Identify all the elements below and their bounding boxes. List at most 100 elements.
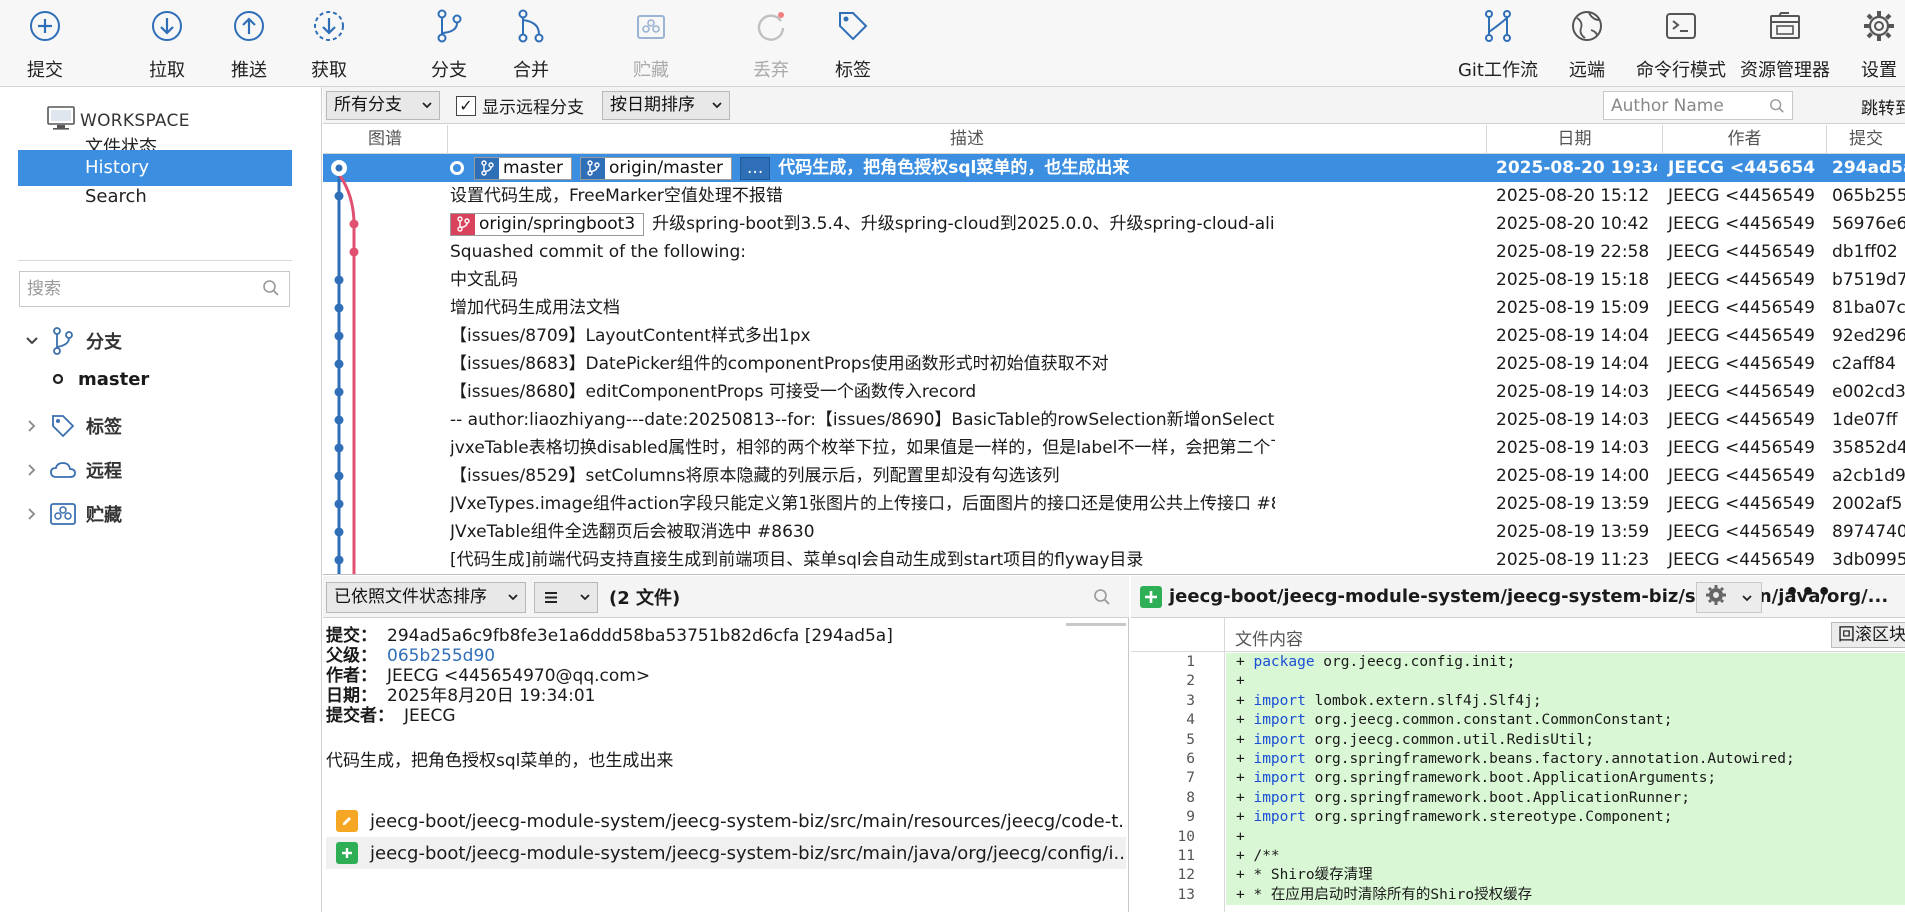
discard-button[interactable]: 丢弃: [726, 8, 816, 81]
tag-button[interactable]: 标签: [808, 8, 898, 81]
commit-row[interactable]: origin/springboot3 升级spring-boot到3.5.4、升级…: [323, 210, 1905, 238]
push-button[interactable]: 推送: [204, 8, 294, 81]
search-icon[interactable]: [262, 279, 280, 302]
graph-node[interactable]: [334, 443, 344, 453]
diff-panel: jeecg-boot/jeecg-module-system/jeecg-sys…: [1131, 576, 1905, 912]
code-text: org.springframework.boot.ApplicationRunn…: [1305, 789, 1690, 806]
more-options-icon[interactable]: •••: [1785, 580, 1833, 605]
tree-tags[interactable]: 标签: [0, 408, 122, 444]
commit-row[interactable]: Squashed commit of the following: 2025-0…: [323, 238, 1905, 266]
graph-node[interactable]: [334, 415, 344, 425]
commit-row[interactable]: jvxeTable表格切换disabled属性时，相邻的两个枚举下拉，如果值是一…: [323, 434, 1905, 462]
stash-button[interactable]: 贮藏: [606, 8, 696, 81]
commit-row[interactable]: 【issues/8680】editComponentProps 可接受一个函数传…: [323, 378, 1905, 406]
column-header-commit[interactable]: 提交: [1827, 125, 1905, 154]
commit-row[interactable]: 【issues/8529】setColumns将原本隐藏的列展示后，列配置里却没…: [323, 462, 1905, 490]
added-line-content: + import org.jeecg.common.constant.Commo…: [1226, 711, 1905, 731]
line-number: 3: [1186, 692, 1195, 709]
commit-row[interactable]: 【issues/8709】LayoutContent样式多出1px 2025-0…: [323, 322, 1905, 350]
column-header-description[interactable]: 描述: [448, 125, 1487, 154]
revert-hunk-button[interactable]: 回滚区块: [1831, 622, 1905, 648]
branch-button[interactable]: 分支: [404, 8, 494, 81]
graph-node[interactable]: [334, 499, 344, 509]
chevron-right-icon[interactable]: [20, 419, 44, 433]
tree-stashes[interactable]: 贮藏: [0, 496, 122, 532]
file-sort-dropdown[interactable]: 已依照文件状态排序: [326, 582, 526, 613]
sort-dropdown[interactable]: 按日期排序: [602, 91, 730, 120]
view-mode-dropdown[interactable]: [534, 582, 598, 613]
commit-row[interactable]: JVxeTypes.image组件action字段只能定义第1张图片的上传接口，…: [323, 490, 1905, 518]
commit-row[interactable]: master origin/master... 代码生成，把角色授权sql菜单的，也…: [323, 154, 1905, 182]
detail-value: JEECG <445654970@qq.com>: [387, 666, 651, 686]
line-number: 8: [1186, 789, 1195, 806]
jump-to-label[interactable]: 跳转到: [1861, 94, 1905, 119]
sidebar-item-search[interactable]: Search: [18, 179, 292, 215]
commit-row[interactable]: 设置代码生成，FreeMarker空值处理不报错 2025-08-20 15:1…: [323, 182, 1905, 210]
code-keyword: import: [1253, 809, 1306, 826]
line-number: 11: [1177, 848, 1195, 864]
graph-node[interactable]: [334, 387, 344, 397]
detail-value[interactable]: 065b255d90: [387, 646, 495, 666]
pull-button[interactable]: 拉取: [122, 8, 212, 81]
column-header-author[interactable]: 作者: [1663, 125, 1827, 154]
graph-node[interactable]: [334, 555, 344, 565]
chevron-right-icon[interactable]: [20, 507, 44, 521]
explorer-button[interactable]: 资源管理器: [1740, 8, 1830, 81]
commit-row[interactable]: JVxeTable组件全选翻页后会被取消选中 #8630 2025-08-19 …: [323, 518, 1905, 546]
changed-file-row[interactable]: jeecg-boot/jeecg-module-system/jeecg-sys…: [326, 837, 1126, 869]
commit-hash: 8974740: [1832, 522, 1905, 542]
merge-button[interactable]: 合并: [486, 8, 576, 81]
terminal-button[interactable]: 命令行模式: [1636, 8, 1726, 81]
branch-tag-label: origin/master: [608, 157, 724, 178]
column-header-graph[interactable]: 图谱: [323, 125, 448, 154]
commit-row[interactable]: 增加代码生成用法文档 2025-08-19 15:09 JEECG <44565…: [323, 294, 1905, 322]
more-refs-tag[interactable]: ...: [740, 156, 771, 180]
branch-tag[interactable]: origin/master: [579, 156, 733, 180]
graph-node[interactable]: [334, 331, 344, 341]
search-icon[interactable]: [1093, 588, 1111, 611]
search-icon[interactable]: [1769, 98, 1785, 119]
chevron-down-icon[interactable]: [20, 336, 44, 346]
commit-hash: 3db0995: [1832, 550, 1905, 570]
tree-remotes[interactable]: 远程: [0, 452, 122, 488]
branch-filter-dropdown[interactable]: 所有分支: [326, 91, 440, 120]
detail-line: 父级： 065b255d90: [326, 646, 893, 666]
tree-branches[interactable]: 分支: [0, 323, 122, 359]
graph-node[interactable]: [334, 303, 344, 313]
merge-icon: [513, 8, 549, 49]
graph-node[interactable]: [334, 527, 344, 537]
git-flow-button[interactable]: Git工作流: [1453, 8, 1543, 81]
chevron-right-icon[interactable]: [20, 463, 44, 477]
graph-node[interactable]: [349, 247, 359, 257]
toolbar-label: 资源管理器: [1740, 60, 1830, 81]
show-remote-checkbox[interactable]: ✓ 显示远程分支: [456, 93, 584, 118]
sidebar-search-input[interactable]: [19, 271, 290, 307]
code-text: org.springframework.stereotype.Component…: [1305, 809, 1673, 826]
branch-tag[interactable]: origin/springboot3: [450, 212, 645, 236]
commit-description: jvxeTable表格切换disabled属性时，相邻的两个枚举下拉，如果值是一…: [450, 434, 1275, 462]
gear-button[interactable]: 设置: [1834, 8, 1905, 81]
fetch-button[interactable]: 获取: [284, 8, 374, 81]
commit-plus-button[interactable]: 提交: [0, 8, 90, 81]
branch-tag[interactable]: master: [474, 156, 572, 180]
graph-node[interactable]: [334, 191, 344, 201]
checkmark-icon[interactable]: ✓: [456, 95, 476, 116]
commit-row[interactable]: -- author:liaozhiyang---date:20250813--f…: [323, 406, 1905, 434]
graph-node[interactable]: [334, 471, 344, 481]
changed-file-row[interactable]: jeecg-boot/jeecg-module-system/jeecg-sys…: [326, 805, 1126, 837]
commit-row[interactable]: 中文乱码 2025-08-19 15:18 JEECG <445654970@q…: [323, 266, 1905, 294]
author-filter-input[interactable]: [1603, 91, 1793, 120]
graph-node[interactable]: [334, 275, 344, 285]
commit-row[interactable]: 【issues/8683】DatePicker组件的componentProps…: [323, 350, 1905, 378]
graph-node[interactable]: [349, 219, 359, 229]
graph-node[interactable]: [334, 359, 344, 369]
globe-button[interactable]: 远端: [1542, 8, 1632, 81]
column-header-date[interactable]: 日期: [1487, 125, 1663, 154]
tree-remotes-label: 远程: [86, 461, 122, 482]
line-number: 5: [1186, 731, 1195, 748]
branch-master[interactable]: master: [52, 369, 149, 390]
commit-row[interactable]: [代码生成]前端代码支持直接生成到前端项目、菜单sql会自动生成到start项目…: [323, 546, 1905, 574]
diff-options-dropdown[interactable]: [1696, 582, 1762, 613]
details-scrollbar[interactable]: [1066, 623, 1126, 626]
explorer-icon: [1767, 8, 1803, 49]
